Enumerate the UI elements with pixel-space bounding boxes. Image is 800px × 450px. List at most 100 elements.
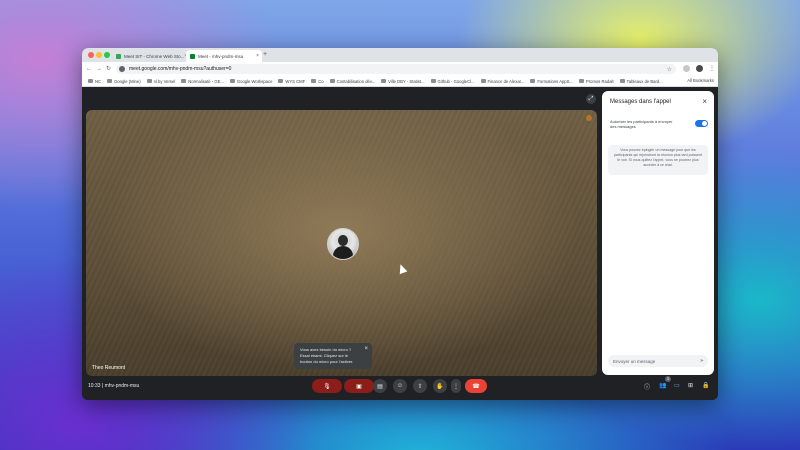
expand-icon[interactable]: ⤢	[586, 94, 596, 104]
bookmark-item[interactable]: Co	[311, 78, 324, 84]
minimize-window-button[interactable]	[96, 52, 102, 58]
bookmark-item[interactable]: WYS CMF	[278, 79, 305, 84]
folder-icon	[181, 79, 187, 83]
site-info-icon[interactable]	[119, 66, 125, 72]
meet-favicon-icon	[190, 53, 195, 59]
emoji-icon: ☺	[396, 383, 404, 389]
avatar-head	[338, 235, 348, 246]
camera-toggle-button[interactable]: ▣	[344, 379, 374, 393]
bookmark-label: Finance de Alexar...	[487, 78, 525, 84]
clock: 10:33 | mhv-pndm-msu	[88, 383, 140, 389]
close-tab-icon[interactable]: ×	[256, 53, 259, 59]
folder-icon	[311, 79, 317, 83]
mic-toggle-button[interactable]: 🎙	[312, 379, 342, 393]
bookmark-item[interactable]: Formations AppS...	[530, 79, 573, 84]
message-placeholder: Envoyer un message	[613, 358, 656, 364]
folder-icon	[578, 79, 584, 83]
bookmark-item[interactable]: Google (Mine)	[107, 79, 141, 84]
bookmark-item[interactable]: Google Workspace	[229, 79, 272, 84]
mic-off-icon: 🎙	[323, 383, 331, 390]
present-icon: ⇧	[417, 383, 423, 390]
toggle-knob	[702, 121, 707, 126]
folder-icon	[146, 79, 152, 83]
forward-icon[interactable]: →	[96, 65, 102, 73]
close-icon[interactable]: ×	[364, 346, 368, 352]
avatar-body	[333, 246, 353, 259]
folder-icon	[88, 79, 93, 83]
participant-name: Theo Reumont	[92, 365, 126, 371]
maximize-window-button[interactable]	[104, 52, 110, 58]
bookmark-label: Google (Mine)	[114, 78, 141, 84]
chat-info-box: Vous pouvez épingler un message pour que…	[608, 145, 708, 175]
new-tab-icon[interactable]: +	[263, 51, 267, 58]
chrome-store-favicon-icon	[116, 53, 121, 59]
bookmarks-bar: NC Google (Mine) nl by Versel Normalisat…	[82, 76, 718, 87]
more-options-button[interactable]: ⋮	[451, 379, 461, 393]
toast-text: Vous avez besoin du micro ? Essai ekami.…	[300, 347, 354, 364]
present-button[interactable]: ⇧	[413, 379, 427, 393]
activities-icon[interactable]: ⊞	[688, 382, 693, 389]
browser-tab[interactable]: Meet SIT - Chrome Web Sto... ×	[112, 50, 186, 62]
raise-hand-button[interactable]: ✋	[433, 379, 447, 393]
folder-icon	[530, 79, 536, 83]
close-window-button[interactable]	[88, 52, 94, 58]
bookmark-item[interactable]: Finance de Alexar...	[480, 78, 525, 84]
message-input[interactable]: Envoyer un message ➤	[608, 355, 708, 367]
panel-title: Messages dans l'appel	[610, 99, 671, 105]
bookmark-item[interactable]: Normalisaté - GE...	[181, 79, 224, 84]
more-vert-icon: ⋮	[453, 383, 459, 390]
browser-tab-active[interactable]: Meet - mhv-pndm-msu ×	[186, 50, 262, 62]
captions-icon: ▤	[377, 383, 383, 390]
bookmark-label: Co	[318, 78, 324, 84]
all-bookmarks-button[interactable]: All Bookmarks	[687, 78, 714, 83]
folder-icon	[619, 79, 625, 83]
chat-icon[interactable]: ▭	[674, 382, 680, 389]
bookmark-star-icon[interactable]: ☆	[667, 66, 672, 73]
bookmark-label: Github - GoogleCl...	[437, 78, 475, 84]
bookmark-label: Ville DBY - Statist...	[388, 78, 425, 84]
people-count-badge: 3	[665, 376, 671, 382]
meeting-code: mhv-pndm-msu	[104, 383, 140, 389]
raise-hand-icon: ✋	[436, 383, 444, 390]
send-icon[interactable]: ➤	[700, 358, 704, 364]
end-call-icon: ☎	[472, 383, 480, 390]
bookmark-item[interactable]: NC	[88, 79, 101, 84]
bookmark-label: Contabilisation dév...	[336, 78, 376, 84]
tab-strip: Meet SIT - Chrome Web Sto... × Meet - mh…	[82, 48, 718, 62]
folder-icon	[329, 79, 335, 83]
info-icon[interactable]: ⓘ	[644, 382, 650, 391]
profile-avatar[interactable]	[696, 65, 703, 72]
captions-button[interactable]: ▤	[373, 379, 387, 393]
mouse-cursor-icon	[396, 262, 408, 275]
bookmark-label: NC	[95, 78, 102, 84]
reload-icon[interactable]: ↻	[106, 65, 111, 73]
extensions-icon[interactable]	[683, 65, 690, 72]
participant-video-tile[interactable]: Theo Reumont	[86, 110, 597, 376]
back-icon[interactable]: ←	[86, 65, 92, 73]
meet-app: ⤢ Theo Reumont Vous avez besoin du micro…	[82, 87, 718, 400]
bookmark-item[interactable]: Github - GoogleCl...	[430, 78, 475, 84]
time-value: 10:33	[88, 383, 101, 389]
end-call-button[interactable]: ☎	[465, 379, 487, 393]
url-field[interactable]: meet.google.com/mhv-pndm-msu?authuser=0 …	[116, 64, 676, 74]
bookmark-item[interactable]: Ville DBY - Statist...	[381, 78, 425, 84]
avatar	[327, 228, 359, 260]
browser-menu-icon[interactable]: ⋮	[709, 65, 715, 73]
allow-messages-row: Autoriser les participants à envoyer des…	[610, 119, 708, 129]
people-icon[interactable]: 👥	[659, 382, 666, 389]
tab-title: Meet - mhv-pndm-msu	[198, 53, 244, 59]
address-bar-row: ← → ↻ meet.google.com/mhv-pndm-msu?authu…	[82, 62, 718, 76]
mic-toast: Vous avez besoin du micro ? Essai ekami.…	[294, 343, 372, 369]
bookmark-item[interactable]: Tableaux de Bard...	[619, 79, 663, 84]
folder-icon	[107, 79, 113, 83]
close-panel-icon[interactable]: ×	[702, 97, 707, 106]
allow-messages-toggle[interactable]	[695, 120, 708, 127]
bookmark-item[interactable]: Contabilisation dév...	[329, 78, 376, 84]
host-controls-icon[interactable]: 🔒	[702, 382, 709, 389]
bookmark-item[interactable]: Promos Radalt	[578, 79, 614, 84]
camera-off-icon: ▣	[356, 383, 362, 390]
browser-window: Meet SIT - Chrome Web Sto... × Meet - mh…	[82, 48, 718, 400]
emoji-button[interactable]: ☺	[393, 379, 407, 393]
bookmark-label: nl by Versel	[153, 78, 176, 84]
bookmark-item[interactable]: nl by Versel	[146, 78, 176, 84]
